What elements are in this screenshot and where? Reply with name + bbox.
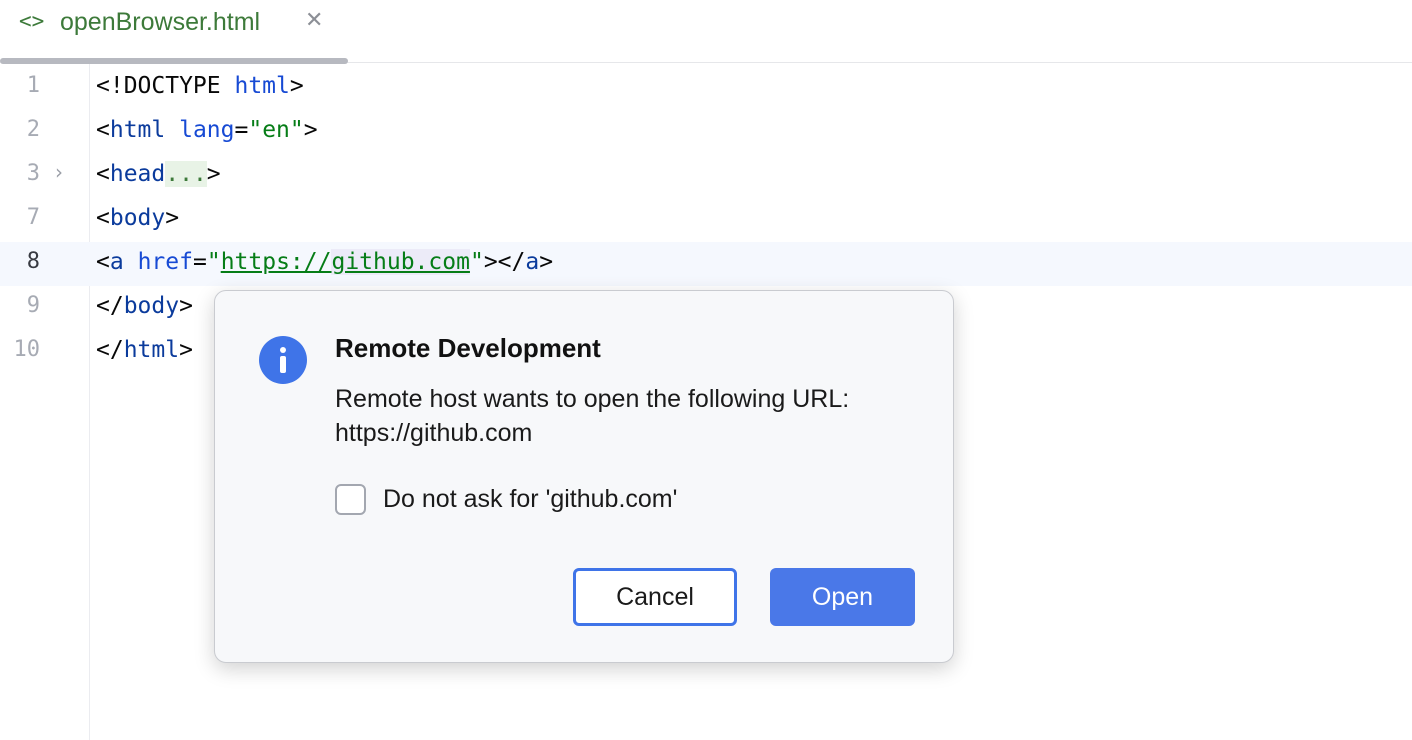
code-text: <!DOCTYPE html> <box>96 73 304 99</box>
code-line: 3 › <head...> <box>0 154 1412 198</box>
code-line-current: 8 <a href="https://github.com"></a> <box>0 242 1412 286</box>
folded-region[interactable]: ... <box>165 161 207 187</box>
line-number: 7 <box>26 205 40 230</box>
line-number: 8 <box>26 249 40 274</box>
code-text: </html> <box>96 337 193 363</box>
code-line: 2 <html lang="en"> <box>0 110 1412 154</box>
dialog-url: https://github.com <box>335 419 533 447</box>
line-number: 2 <box>26 117 40 142</box>
code-text: <body> <box>96 205 180 231</box>
chevron-right-icon[interactable]: › <box>55 160 63 184</box>
html-file-icon: <> <box>19 9 45 33</box>
code-text: <a href="https://github.com"></a> <box>96 249 554 275</box>
line-number: 10 <box>13 337 41 362</box>
info-icon <box>259 336 307 384</box>
code-text: <html lang="en"> <box>96 117 318 143</box>
do-not-ask-label[interactable]: Do not ask for 'github.com' <box>383 485 677 514</box>
line-number: 3 <box>26 161 40 186</box>
cancel-button[interactable]: Cancel <box>573 568 737 626</box>
close-icon[interactable]: ✕ <box>305 8 323 33</box>
editor-tab-bar: <> openBrowser.html ✕ <box>0 0 1412 64</box>
do-not-ask-checkbox[interactable] <box>335 484 366 515</box>
dialog-title: Remote Development <box>335 333 601 363</box>
tab-openbrowser-html[interactable]: <> openBrowser.html ✕ <box>0 0 348 64</box>
code-text: </body> <box>96 293 193 319</box>
tab-title: openBrowser.html <box>60 8 261 36</box>
open-button[interactable]: Open <box>770 568 915 626</box>
code-text: <head...> <box>96 161 221 187</box>
dialog-message: Remote host wants to open the following … <box>335 385 850 413</box>
remote-development-dialog: Remote Development Remote host wants to … <box>214 290 954 663</box>
url-link[interactable]: https://github.com <box>221 249 470 275</box>
code-line: 1 <!DOCTYPE html> <box>0 66 1412 110</box>
code-line: 7 <body> <box>0 198 1412 242</box>
line-number: 9 <box>26 293 40 318</box>
line-number: 1 <box>26 73 40 98</box>
